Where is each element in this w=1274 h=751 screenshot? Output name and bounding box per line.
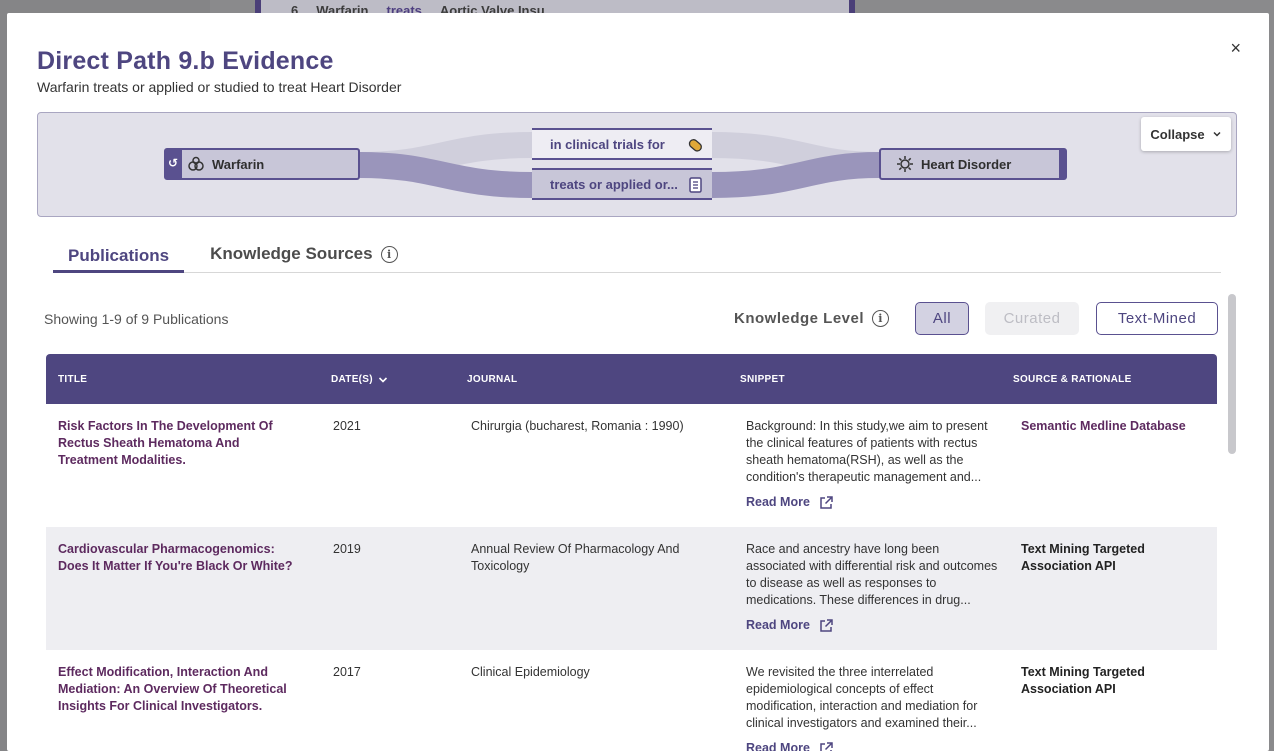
close-button[interactable]: ×	[1230, 39, 1241, 57]
external-link-icon	[820, 618, 833, 632]
tab-knowledge-sources[interactable]: Knowledge Sources i	[210, 241, 398, 273]
knowledge-level-label: Knowledge Level i	[734, 310, 890, 327]
info-icon[interactable]: i	[380, 245, 398, 263]
modal-title: Direct Path 9.b Evidence	[37, 47, 334, 75]
modal-scrollbar[interactable]	[1228, 294, 1236, 454]
header-title[interactable]: TITLE	[58, 374, 87, 385]
info-icon[interactable]: i	[872, 310, 890, 327]
chevron-down-icon	[1212, 127, 1222, 142]
table-row: Cardiovascular Pharmacogenomics: Does It…	[46, 527, 1217, 650]
filter-curated-button[interactable]: Curated	[985, 302, 1079, 335]
publication-source: Text Mining Targeted Association API	[1021, 542, 1145, 573]
path-diagram: ↺ Warfarin in clinical trials for treats…	[37, 112, 1237, 217]
predicate-treats[interactable]: treats or applied or...	[532, 168, 712, 200]
header-snippet[interactable]: SNIPPET	[740, 374, 785, 385]
publication-date: 2019	[333, 542, 361, 556]
header-source[interactable]: SOURCE & RATIONALE	[1013, 374, 1132, 385]
publication-snippet: We revisited the three interrelated epid…	[746, 664, 1001, 751]
snippet-text: Background: In this study,we aim to pres…	[746, 419, 988, 484]
header-dates[interactable]: DATE(S)	[331, 374, 388, 385]
tab-label: Knowledge Sources	[210, 244, 373, 263]
publications-table: TITLE DATE(S) JOURNAL SNIPPET SOURCE & R…	[46, 354, 1217, 751]
tab-bar: Publications Knowledge Sources i	[53, 241, 1221, 273]
read-more-label: Read More	[746, 618, 810, 632]
results-count: Showing 1-9 of 9 Publications	[44, 311, 229, 327]
object-node[interactable]: Heart Disorder	[879, 148, 1067, 180]
pill-icon	[686, 136, 704, 157]
header-journal[interactable]: JOURNAL	[467, 374, 517, 385]
knowledge-level-text: Knowledge Level	[734, 310, 865, 327]
table-header: TITLE DATE(S) JOURNAL SNIPPET SOURCE & R…	[46, 354, 1217, 404]
sort-chevron-icon	[378, 376, 387, 383]
collapse-label: Collapse	[1150, 126, 1205, 142]
history-icon[interactable]: ↺	[165, 156, 181, 170]
collapse-button[interactable]: Collapse	[1141, 117, 1231, 151]
table-row: Effect Modification, Interaction And Med…	[46, 650, 1217, 751]
filter-text-mined-button[interactable]: Text-Mined	[1096, 302, 1218, 335]
read-more-link[interactable]: Read More	[746, 617, 1001, 634]
publication-date: 2021	[333, 419, 361, 433]
modal-subtitle: Warfarin treats or applied or studied to…	[37, 79, 402, 95]
tab-label: Publications	[68, 245, 170, 265]
read-more-link[interactable]: Read More	[746, 740, 1001, 751]
document-icon	[686, 176, 704, 197]
publication-source: Text Mining Targeted Association API	[1021, 665, 1145, 696]
publication-date: 2017	[333, 665, 361, 679]
disease-icon	[895, 154, 915, 174]
table-row: Risk Factors In The Development Of Rectu…	[46, 404, 1217, 527]
predicate-label: treats or applied or...	[550, 176, 678, 192]
publication-journal: Clinical Epidemiology	[471, 665, 590, 679]
publication-journal: Chirurgia (bucharest, Romania : 1990)	[471, 419, 684, 433]
snippet-text: Race and ancestry have long been associa…	[746, 542, 998, 607]
filter-all-button[interactable]: All	[915, 302, 969, 335]
predicate-clinical-trials[interactable]: in clinical trials for	[532, 128, 712, 160]
publication-title-link[interactable]: Effect Modification, Interaction And Med…	[58, 664, 298, 715]
drug-icon	[186, 154, 206, 174]
publication-source-link[interactable]: Semantic Medline Database	[1021, 418, 1201, 435]
read-more-link[interactable]: Read More	[746, 494, 1001, 511]
external-link-icon	[820, 495, 833, 509]
header-dates-label: DATE(S)	[331, 374, 373, 385]
snippet-text: We revisited the three interrelated epid…	[746, 665, 978, 730]
subject-node[interactable]: ↺ Warfarin	[164, 148, 360, 180]
publication-title-link[interactable]: Cardiovascular Pharmacogenomics: Does It…	[58, 541, 298, 575]
read-more-label: Read More	[746, 495, 810, 509]
background-path-strip: 6 Warfarin treats Aortic Valve Insu...	[255, 0, 855, 14]
publication-journal: Annual Review Of Pharmacology And Toxico…	[471, 542, 680, 573]
object-label: Heart Disorder	[921, 156, 1012, 172]
publication-title-link[interactable]: Risk Factors In The Development Of Rectu…	[58, 418, 298, 469]
subject-label: Warfarin	[212, 156, 265, 172]
predicate-label: in clinical trials for	[550, 136, 665, 152]
tab-publications[interactable]: Publications	[53, 241, 185, 273]
evidence-modal: × Direct Path 9.b Evidence Warfarin trea…	[7, 13, 1269, 751]
publication-snippet: Race and ancestry have long been associa…	[746, 541, 1001, 634]
publication-snippet: Background: In this study,we aim to pres…	[746, 418, 1001, 511]
read-more-label: Read More	[746, 741, 810, 751]
external-link-icon	[820, 741, 833, 751]
